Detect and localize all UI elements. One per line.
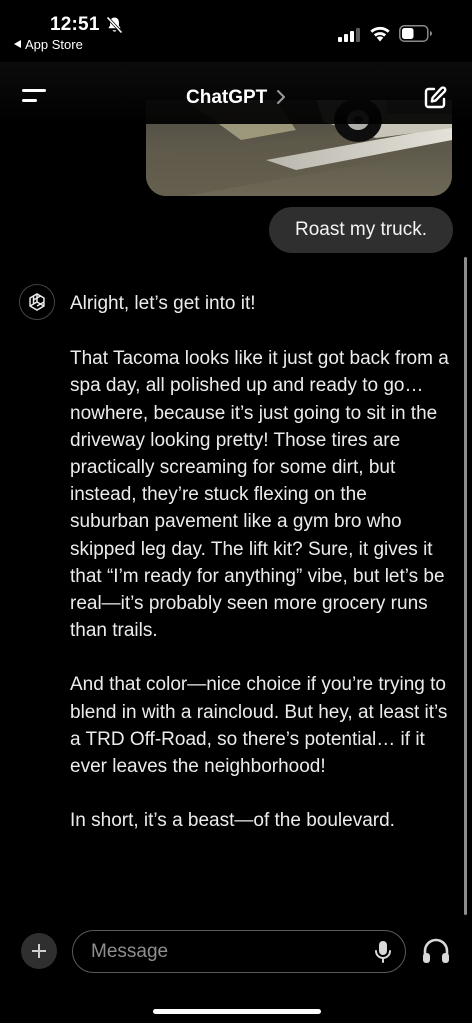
assistant-paragraph: Alright, let’s get into it! — [70, 293, 256, 314]
status-time: 12:51 — [50, 14, 100, 35]
user-message-bubble: Roast my truck. — [269, 207, 453, 253]
assistant-paragraph: That Tacoma looks like it just got back … — [70, 348, 449, 642]
message-input[interactable] — [89, 931, 363, 973]
chevron-right-icon[interactable] — [276, 89, 286, 105]
back-triangle-icon — [14, 40, 21, 48]
top-navigation: ChatGPT — [0, 62, 472, 124]
message-composer[interactable] — [72, 930, 406, 973]
back-to-app-store[interactable]: App Store — [14, 37, 83, 52]
headphones-icon[interactable] — [421, 937, 451, 965]
new-chat-icon[interactable] — [422, 85, 448, 111]
status-bar: 12:51 App Store — [0, 0, 472, 62]
back-app-label: App Store — [25, 37, 83, 52]
assistant-paragraph: In short, it’s a beast—of the boulevard. — [70, 810, 395, 832]
bell-slash-icon — [106, 16, 123, 34]
wifi-icon — [370, 26, 390, 42]
battery-icon — [399, 25, 432, 42]
plus-icon[interactable] — [21, 933, 57, 969]
assistant-avatar — [19, 284, 55, 320]
model-title[interactable]: ChatGPT — [186, 87, 267, 109]
assistant-message: Alright, let’s get into it! That Tacoma … — [70, 290, 450, 861]
assistant-paragraph: And that color—nice choice if you’re try… — [70, 674, 448, 778]
chat-scrollbar[interactable] — [464, 257, 467, 915]
menu-icon[interactable] — [22, 86, 50, 106]
home-indicator[interactable] — [153, 1009, 321, 1014]
cellular-signal-icon — [338, 28, 360, 42]
microphone-icon[interactable] — [373, 940, 393, 964]
openai-logo-icon — [29, 293, 45, 311]
